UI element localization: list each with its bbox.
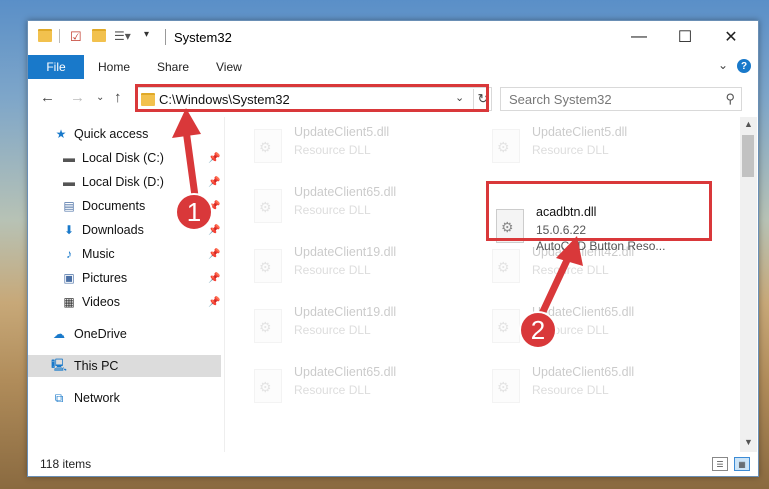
step-1-badge: 1 xyxy=(175,193,213,231)
annotation-arrows xyxy=(172,108,583,322)
step-2-badge: 2 xyxy=(519,311,557,349)
